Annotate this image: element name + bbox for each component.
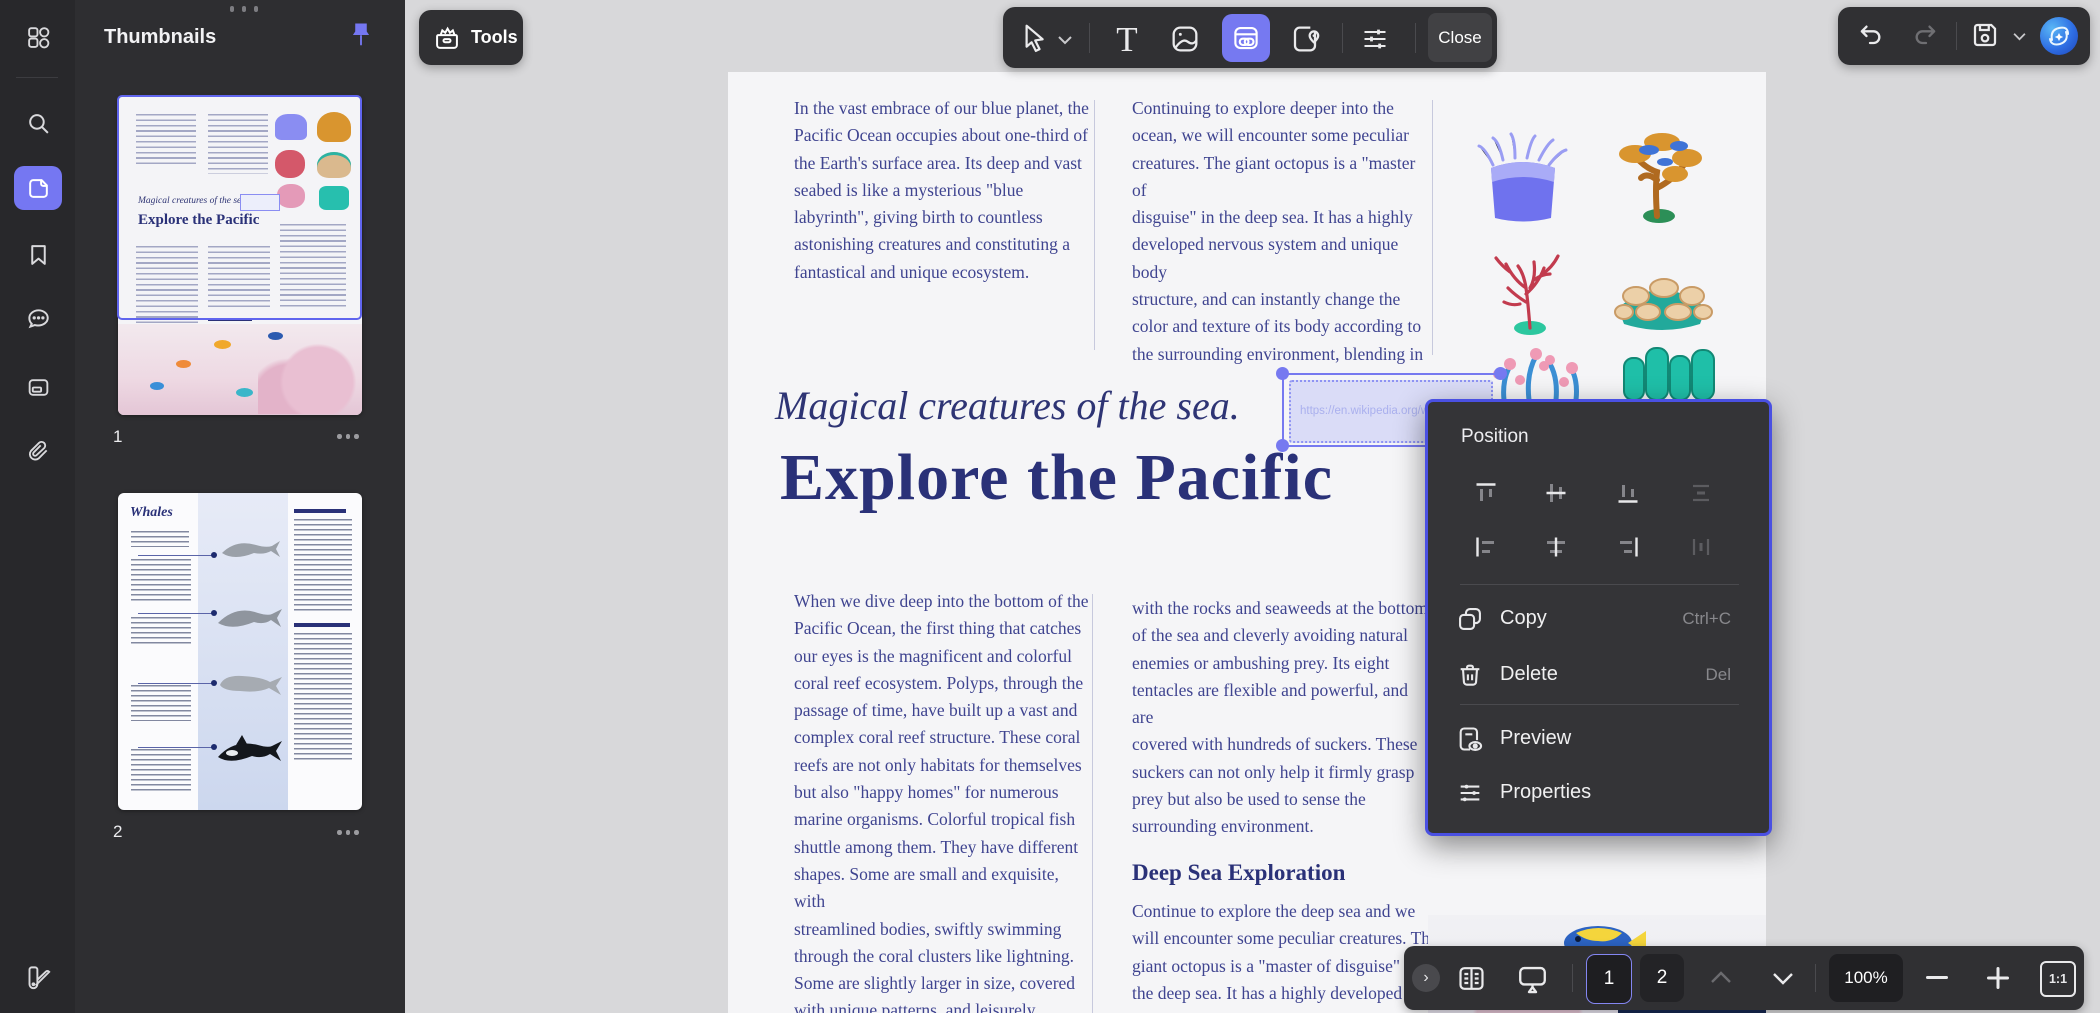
save-dropdown-chevron[interactable] [2012, 32, 2027, 41]
column-divider [1432, 100, 1433, 355]
app-window: Thumbnails Magical creatures of the sea. [0, 0, 2100, 1013]
thumbnail-1-more-menu[interactable] [337, 434, 359, 439]
page-up-chevron-disabled [1710, 971, 1732, 984]
presentation-icon[interactable] [1516, 964, 1549, 994]
doc-title: Explore the Pacific [780, 440, 1333, 516]
swatches-icon[interactable] [14, 955, 62, 999]
thumbnail-page-1[interactable]: Magical creatures of the sea. Explore th… [118, 96, 362, 415]
coral-red-branch-image [1480, 244, 1580, 336]
page-thumbnails-icon[interactable] [14, 166, 62, 210]
doc-bottom-col1: When we dive deep into the bottom of the… [794, 588, 1094, 1013]
doc-bottom-col2: with the rocks and seaweeds at the botto… [1132, 595, 1432, 841]
ai-assistant-logo[interactable] [2040, 17, 2078, 55]
menu-separator [1460, 704, 1739, 705]
zoom-out-minus[interactable] [1926, 976, 1948, 980]
file-actions-toolbar [1838, 7, 2090, 65]
selection-handle[interactable] [1494, 367, 1507, 380]
doc-top-col1: In the vast embrace of our blue planet, … [794, 95, 1094, 286]
thumbnail-2-more-menu[interactable] [337, 830, 359, 835]
page-navigation-toolbar: › 1 2 100% 1:1 [1404, 946, 2084, 1010]
menu-item-delete[interactable]: Delete Del [1428, 650, 1763, 700]
image-tool[interactable] [1169, 23, 1201, 55]
zoom-in-plus[interactable] [1987, 967, 2009, 989]
redo-icon-disabled [1912, 23, 1940, 49]
actual-size-button[interactable]: 1:1 [2040, 961, 2076, 997]
mini-whale [216, 669, 284, 703]
coral-mushroom-image [1608, 250, 1716, 336]
column-divider [1094, 100, 1095, 350]
page-down-chevron[interactable] [1772, 972, 1794, 985]
mini-fish [268, 332, 283, 340]
thumbnail-page-2[interactable]: Whales [118, 493, 362, 810]
text-tool[interactable]: T [1107, 19, 1147, 59]
mini-fish [150, 382, 164, 390]
thumbnail-viewport-indicator [117, 95, 362, 320]
context-menu: Position [1425, 399, 1772, 836]
annotation-toolbar: T [1003, 7, 1497, 68]
mini-whale [214, 601, 284, 637]
context-menu-header: Position [1461, 426, 1529, 448]
column-divider [1092, 594, 1093, 1013]
coral-tree-image [1607, 128, 1712, 223]
select-tool-dropdown-chevron[interactable] [1057, 35, 1073, 45]
menu-separator [1460, 584, 1739, 585]
distribute-vertical-button-disabled [1684, 476, 1718, 510]
mini-whale-orca [214, 731, 284, 775]
thumbnails-panel: Thumbnails Magical creatures of the sea. [75, 0, 405, 1013]
page-button-1[interactable]: 1 [1586, 954, 1632, 1004]
attachment-icon[interactable] [14, 430, 62, 474]
reading-book-icon[interactable] [1456, 963, 1487, 994]
align-left-button[interactable] [1469, 530, 1503, 564]
doc-section-heading: Deep Sea Exploration [1132, 860, 1345, 886]
distribute-horizontal-button-disabled [1684, 530, 1718, 564]
mini-fish [236, 388, 253, 397]
toolbar-expand-chevron[interactable]: › [1412, 964, 1440, 992]
menu-item-preview[interactable]: Preview [1428, 714, 1763, 764]
save-icon[interactable] [1970, 20, 2000, 50]
coral-tube-image [1616, 344, 1724, 400]
tools-button[interactable]: Tools [419, 10, 523, 65]
menu-item-copy[interactable]: Copy Ctrl+C [1428, 594, 1763, 644]
page-button-2[interactable]: 2 [1640, 954, 1684, 1002]
link-tool-active[interactable] [1222, 14, 1270, 62]
apps-grid-icon[interactable] [14, 15, 62, 59]
doc-top-col2: Continuing to explore deeper into the oc… [1132, 95, 1432, 368]
mini-heading-whales: Whales [130, 505, 173, 521]
bookmark-position-tool[interactable] [1289, 23, 1321, 55]
zoom-level-display[interactable]: 100% [1829, 954, 1903, 1002]
thumbnail-page-number: 1 [113, 427, 122, 447]
mini-fish [176, 360, 191, 368]
doc-section-para: Continue to explore the deep sea and we … [1132, 898, 1442, 1007]
thumbnail-page-number: 2 [113, 822, 122, 842]
align-right-button[interactable] [1611, 530, 1645, 564]
organize-pages-icon[interactable] [14, 365, 62, 409]
pin-icon[interactable] [347, 20, 375, 50]
settings-sliders-icon[interactable] [1360, 25, 1390, 53]
mini-whale [216, 535, 282, 567]
align-horizontal-center-button[interactable] [1539, 530, 1573, 564]
search-icon[interactable] [14, 101, 62, 145]
rail-divider [16, 77, 58, 78]
mini-photo [118, 324, 362, 415]
close-button[interactable]: Close [1428, 13, 1492, 62]
tools-button-label: Tools [471, 27, 518, 48]
doc-tagline: Magical creatures of the sea. [775, 382, 1240, 429]
undo-icon[interactable] [1856, 23, 1884, 49]
align-top-button[interactable] [1469, 476, 1503, 510]
selection-handle[interactable] [1276, 367, 1289, 380]
menu-item-properties[interactable]: Properties [1428, 768, 1763, 818]
toolbox-icon [433, 24, 461, 52]
selection-handle[interactable] [1276, 439, 1289, 452]
comment-icon[interactable] [14, 297, 62, 341]
align-bottom-button[interactable] [1611, 476, 1645, 510]
mini-fish [214, 340, 231, 349]
select-tool[interactable] [1019, 22, 1049, 54]
coral-anemone-image [1473, 130, 1573, 225]
align-vertical-center-button[interactable] [1539, 476, 1573, 510]
bookmark-icon[interactable] [14, 232, 62, 276]
panel-title: Thumbnails [104, 26, 216, 49]
left-icon-rail [0, 0, 75, 1013]
panel-drag-handle[interactable] [230, 6, 258, 12]
